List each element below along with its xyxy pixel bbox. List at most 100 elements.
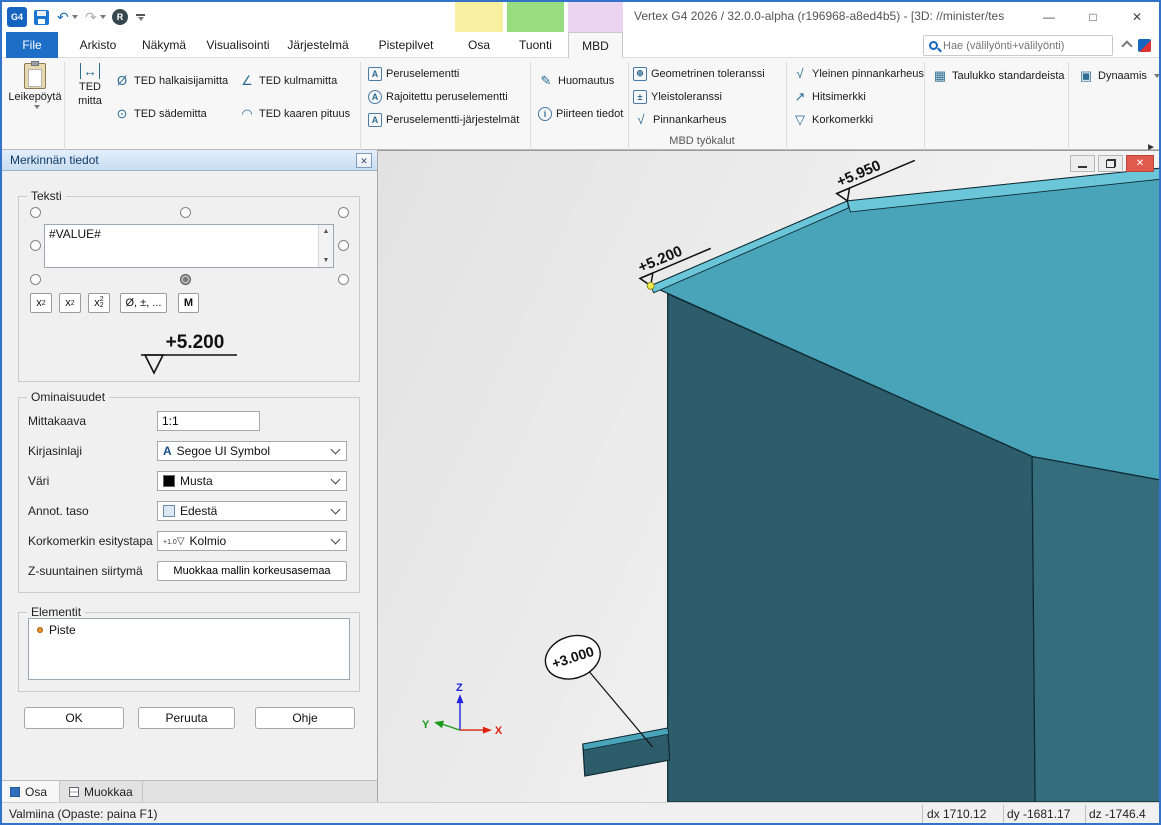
window-maximize-button[interactable]: □ bbox=[1071, 2, 1115, 32]
dialog-title-bar[interactable]: Merkinnän tiedot ✕ bbox=[2, 150, 377, 171]
paste-button[interactable]: Leikepöytä bbox=[10, 60, 60, 109]
tab-file[interactable]: File bbox=[6, 32, 58, 58]
window-minimize-button[interactable]: — bbox=[1027, 2, 1071, 32]
y-axis-label: Y bbox=[422, 719, 430, 731]
ribbon-button-ted-kaaren-pituus[interactable]: ◠ TED kaaren pituus bbox=[239, 97, 350, 130]
ribbon-button-ted-sademitta[interactable]: ⊙ TED sädemitta bbox=[114, 97, 228, 130]
tab-mbd[interactable]: MBD bbox=[568, 32, 623, 58]
record-button[interactable]: R bbox=[112, 8, 128, 26]
z-offset-label: Z-suuntainen siirtymä bbox=[28, 564, 143, 578]
properties-group-label: Ominaisuudet bbox=[27, 390, 109, 404]
ribbon-button-pinnankarheus[interactable]: √ Pinnankarheus bbox=[633, 108, 765, 131]
dialog-close-button[interactable]: ✕ bbox=[356, 153, 372, 168]
collapse-ribbon-icon[interactable] bbox=[1121, 40, 1132, 51]
elements-list[interactable]: Piste bbox=[28, 618, 350, 680]
scroll-up-icon[interactable]: ▲ bbox=[319, 225, 333, 238]
anchor-radio-bottom-left[interactable] bbox=[30, 274, 41, 285]
anchor-radio-bottom-right[interactable] bbox=[338, 274, 349, 285]
customize-toolbar-button[interactable] bbox=[136, 8, 145, 26]
scale-input[interactable] bbox=[157, 411, 260, 431]
tab-visualisointi[interactable]: Visualisointi bbox=[198, 32, 278, 58]
scroll-down-icon[interactable]: ▼ bbox=[319, 254, 333, 267]
elevation-style-select[interactable]: +1.0▽ Kolmio bbox=[157, 531, 347, 551]
ribbon-button-dynaamis[interactable]: ▣ Dynaamis bbox=[1078, 64, 1160, 87]
edit-elevation-button[interactable]: Muokkaa mallin korkeusasemaa bbox=[157, 561, 347, 581]
vertex-mini-icon[interactable] bbox=[1138, 39, 1151, 52]
tab-jarjestelma[interactable]: Järjestelmä bbox=[280, 32, 356, 58]
anchor-radio-top-left[interactable] bbox=[30, 207, 41, 218]
anchor-radio-top-right[interactable] bbox=[338, 207, 349, 218]
status-dy: dy -1681.17 bbox=[1007, 807, 1083, 821]
dynaamis-caret-icon bbox=[1154, 74, 1160, 78]
bottom-tab-osa[interactable]: Osa bbox=[2, 781, 60, 803]
ribbon-tab-row: File Arkisto Näkymä Visualisointi Järjes… bbox=[2, 32, 1159, 58]
tab-pistepilvet[interactable]: Pistepilvet bbox=[368, 32, 444, 58]
tab-tuonti[interactable]: Tuonti bbox=[507, 32, 564, 58]
dynamic-icon: ▣ bbox=[1078, 68, 1094, 84]
model-canvas[interactable]: +5.950 +5.200 +3.000 Z bbox=[378, 151, 1161, 802]
symbols-button[interactable]: Ø, ±, ... bbox=[120, 293, 167, 313]
bottom-tab-muokkaa[interactable]: Muokkaa bbox=[61, 781, 143, 803]
ribbon-button-hitsimerkki[interactable]: ↗ Hitsimerkki bbox=[792, 85, 924, 108]
view-close-button[interactable]: ✕ bbox=[1126, 155, 1154, 172]
measure-button[interactable]: M bbox=[178, 293, 199, 313]
super-subscript-button[interactable]: x22 bbox=[88, 293, 110, 313]
color-select[interactable]: Musta bbox=[157, 471, 347, 491]
tab-nakyma[interactable]: Näkymä bbox=[132, 32, 196, 58]
ribbon-button-geometrinen-toleranssi[interactable]: ⊕ Geometrinen toleranssi bbox=[633, 62, 765, 85]
ribbon-group-caption: MBD työkalut bbox=[462, 135, 942, 147]
list-item[interactable]: Piste bbox=[29, 619, 349, 637]
ribbon-button-korkomerkki[interactable]: ▽ Korkomerkki bbox=[792, 108, 924, 131]
ribbon-button-huomautus[interactable]: ✎ Huomautus bbox=[538, 64, 623, 97]
svg-text:+5.950: +5.950 bbox=[834, 157, 883, 191]
save-button[interactable] bbox=[34, 8, 49, 26]
elevation-annotation-3000[interactable]: +3.000 bbox=[540, 629, 653, 747]
cancel-button[interactable]: Peruuta bbox=[138, 707, 235, 729]
redo-caret-icon bbox=[100, 15, 106, 19]
ribbon-button-taulukko-standard[interactable]: ▦ Taulukko standardeista bbox=[932, 64, 1065, 87]
annotation-text-area[interactable]: #VALUE# ▲ ▼ bbox=[44, 224, 334, 268]
superscript-button[interactable]: x2 bbox=[30, 293, 52, 313]
scale-label: Mittakaava bbox=[28, 414, 86, 428]
ribbon-button-peruselementti-jarjestelmat[interactable]: A Peruselementti-järjestelmät bbox=[368, 108, 519, 131]
text-scrollbar[interactable]: ▲ ▼ bbox=[318, 225, 333, 267]
tab-osa[interactable]: Osa bbox=[455, 32, 503, 58]
ribbon-button-rajoitettu-peruselementti[interactable]: A Rajoitettu peruselementti bbox=[368, 85, 519, 108]
view-restore-button[interactable] bbox=[1098, 155, 1123, 172]
feature-info-icon: i bbox=[538, 107, 552, 121]
redo-button[interactable]: ↷ bbox=[85, 8, 106, 26]
ribbon-button-peruselementti[interactable]: A Peruselementti bbox=[368, 62, 519, 85]
anchor-radio-middle-right[interactable] bbox=[338, 240, 349, 251]
ribbon-button-yleinen-pinnankarheus[interactable]: √ Yleinen pinnankarheus bbox=[792, 62, 924, 85]
anchor-radio-middle-left[interactable] bbox=[30, 240, 41, 251]
anchor-radio-bottom-center[interactable] bbox=[180, 274, 191, 285]
undo-caret-icon bbox=[72, 15, 78, 19]
ok-button[interactable]: OK bbox=[24, 707, 124, 729]
save-icon bbox=[34, 10, 49, 25]
window-title: Vertex G4 2026 / 32.0.0-alpha (r196968-a… bbox=[634, 9, 1004, 23]
view-minimize-button[interactable] bbox=[1070, 155, 1095, 172]
3d-viewport[interactable]: +5.950 +5.200 +3.000 Z bbox=[377, 150, 1161, 802]
anchor-radio-top-center[interactable] bbox=[180, 207, 191, 218]
tab-arkisto[interactable]: Arkisto bbox=[66, 32, 130, 58]
subscript-button[interactable]: x2 bbox=[59, 293, 81, 313]
ribbon-button-ted-halkaisijamitta[interactable]: Ø TED halkaisijamitta bbox=[114, 64, 228, 97]
annotation-plane-select[interactable]: Edestä bbox=[157, 501, 347, 521]
weld-symbol-icon: ↗ bbox=[792, 89, 808, 105]
window-close-button[interactable]: ✕ bbox=[1115, 2, 1159, 32]
ted-dimension-icon: ↔ bbox=[80, 63, 100, 79]
ribbon-button-yleistoleranssi[interactable]: ± Yleistoleranssi bbox=[633, 85, 765, 108]
font-select[interactable]: A Segoe UI Symbol bbox=[157, 441, 347, 461]
font-icon: A bbox=[163, 444, 172, 458]
general-surface-roughness-icon: √ bbox=[792, 66, 808, 82]
ted-mitta-button[interactable]: ↔ TED mitta bbox=[68, 60, 112, 107]
ribbon-button-piirteen-tiedot[interactable]: i Piirteen tiedot bbox=[538, 97, 623, 130]
minimize-icon bbox=[1078, 166, 1087, 168]
search-input[interactable] bbox=[943, 40, 1107, 52]
ribbon-button-ted-kulmamitta[interactable]: ∠ TED kulmamitta bbox=[239, 64, 350, 97]
help-button[interactable]: Ohje bbox=[255, 707, 355, 729]
record-icon: R bbox=[112, 9, 128, 25]
model-right-wall[interactable] bbox=[1032, 457, 1161, 802]
app-logo[interactable]: G4 bbox=[7, 7, 27, 27]
undo-button[interactable]: ↶ bbox=[57, 8, 78, 26]
